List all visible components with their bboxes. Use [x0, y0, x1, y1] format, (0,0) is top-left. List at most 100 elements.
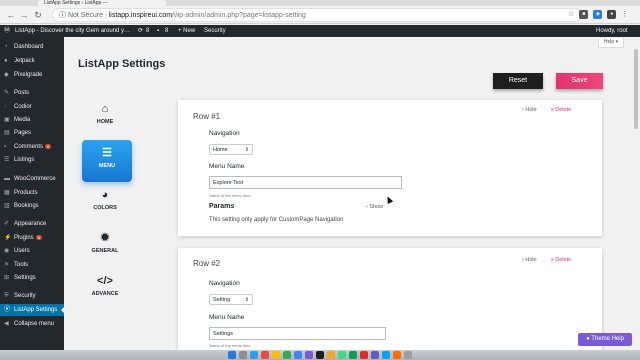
sidebar-item-bookings[interactable]: ▥ Bookings — [0, 200, 64, 212]
app-icon[interactable] — [338, 351, 346, 359]
sidebar-item-dashboard[interactable]: ◔ Dashboard — [0, 41, 64, 53]
trash-icon[interactable] — [404, 351, 412, 359]
tab-label: HOME — [96, 119, 114, 125]
macos-dock — [0, 350, 640, 360]
sidebar-item-pages[interactable]: ▤ Pages — [0, 127, 64, 139]
adminbar-greeting[interactable]: Howdy, root — [596, 25, 628, 37]
app-icon[interactable] — [382, 351, 390, 359]
row-delete-link[interactable]: x Delete — [551, 257, 571, 263]
theme-help-label: Theme Help — [591, 336, 624, 342]
adminbar-updates-count[interactable]: 8 — [146, 25, 149, 37]
sidebar-item-label: Settings — [14, 275, 36, 281]
media-icon: ▣ — [4, 117, 10, 123]
row-hide-link[interactable]: › Hide — [522, 107, 537, 113]
sidebar-item-users[interactable]: ◉ Users — [0, 245, 64, 257]
sidebar-item-products[interactable]: ▦ Products — [0, 187, 64, 199]
help-tab[interactable]: Help ▾ — [598, 38, 624, 48]
palette-icon: ◕ — [101, 189, 109, 201]
sidebar-item-jetpack[interactable]: ● Jetpack — [0, 55, 64, 67]
wordpress-logo-icon[interactable]: Ⓦ — [4, 25, 10, 37]
address-bar[interactable]: ⓘ Not Secure | listapp.inspireui.com/wp-… — [52, 8, 582, 22]
tab-home[interactable]: ⌂ HOME — [80, 103, 130, 137]
back-icon[interactable]: ← — [6, 10, 16, 20]
row-delete-link[interactable]: x Delete — [551, 107, 571, 113]
extension-icon[interactable]: ◆ — [593, 10, 603, 19]
codior-icon: ◌ — [4, 104, 8, 110]
app-icon[interactable] — [283, 351, 291, 359]
app-icon[interactable] — [272, 351, 280, 359]
dashboard-icon: ◔ — [4, 44, 8, 50]
tab-advance[interactable]: </> ADVANCE — [80, 275, 130, 305]
info-icon[interactable]: ⓘ — [59, 12, 66, 19]
finder-icon[interactable] — [228, 351, 236, 359]
shield-icon: ⛨ — [4, 293, 9, 299]
sidebar-item-settings[interactable]: ⊞ Settings — [0, 272, 64, 284]
page-scrollbar[interactable] — [632, 37, 640, 350]
reset-button[interactable]: Reset — [493, 73, 543, 89]
sidebar-collapse-menu[interactable]: ◀ Collapse menu — [0, 318, 64, 330]
sidebar-item-appearance[interactable]: ✐ Appearance — [0, 218, 64, 230]
app-icon[interactable] — [250, 351, 258, 359]
app-icon[interactable] — [316, 351, 324, 359]
navigation-select[interactable]: Home ⇕ — [209, 144, 253, 155]
sidebar-item-label: Appearance — [14, 221, 47, 227]
updates-icon[interactable]: ⟳ — [138, 25, 143, 37]
tab-general[interactable]: ✹ GENERAL — [80, 232, 130, 262]
navigation-label: Navigation — [209, 130, 240, 137]
tab-colors[interactable]: ◕ COLORS — [80, 189, 130, 219]
adminbar-security[interactable]: Security — [204, 25, 226, 37]
extension-icon[interactable]: ■ — [579, 10, 589, 19]
navigation-select[interactable]: Setting ⇕ — [209, 294, 253, 305]
save-button[interactable]: Save — [556, 73, 603, 89]
menu-name-input[interactable]: Explore Test — [209, 176, 402, 189]
reload-icon[interactable]: ↻ — [33, 10, 43, 20]
adminbar-site-name[interactable]: ListApp - Discover the city Gem around y… — [15, 25, 130, 37]
sidebar-item-woocommerce[interactable]: ▬ WooCommerce — [0, 173, 64, 185]
extension-icon[interactable]: ● — [607, 10, 617, 19]
adminbar-new[interactable]: + New — [178, 25, 195, 37]
sidebar-item-listings[interactable]: ☰ Listings — [0, 154, 64, 166]
tab-label: MENU — [98, 163, 116, 169]
params-show-link[interactable]: › Show — [366, 204, 383, 210]
sidebar-item-posts[interactable]: ✎ Posts — [0, 87, 64, 99]
sidebar-item-pixelgrade[interactable]: ◆ Pixelgrade — [0, 69, 64, 81]
sidebar-item-media[interactable]: ▣ Media — [0, 114, 64, 126]
settings-icon: ⊞ — [4, 275, 10, 281]
app-icon[interactable] — [349, 351, 357, 359]
sidebar-item-codior[interactable]: ◌ Codior — [0, 101, 64, 113]
sidebar-item-plugins[interactable]: ⚡ Plugins 5 — [0, 232, 64, 244]
active-indicator — [61, 307, 64, 313]
brush-icon: ✐ — [4, 221, 10, 227]
app-icon[interactable] — [371, 351, 379, 359]
app-icon[interactable] — [360, 351, 368, 359]
extension-icons: ☆ ■ ◆ ● ⋮ — [568, 10, 628, 20]
app-icon[interactable] — [261, 351, 269, 359]
sidebar-item-listapp-settings[interactable]: ⦿ ListApp Settings — [0, 304, 64, 316]
app-icon[interactable] — [327, 351, 335, 359]
tab-menu[interactable]: ☰ MENU — [82, 140, 132, 182]
app-icon[interactable] — [305, 351, 313, 359]
adminbar-comments-count[interactable]: 8 — [165, 25, 168, 37]
sidebar-item-label: Users — [14, 248, 30, 254]
more-icon[interactable]: ⋮ — [621, 10, 628, 20]
pixelgrade-icon: ◆ — [4, 72, 9, 78]
theme-help-button[interactable]: ● Theme Help — [578, 333, 632, 346]
sidebar-item-label: Posts — [14, 90, 30, 96]
location-icon: ⦿ — [4, 307, 11, 313]
page-title: ListApp Settings — [78, 58, 166, 70]
comment-bubble-icon[interactable]: ▪ — [157, 25, 159, 37]
sidebar-item-security[interactable]: ⛨ Security — [0, 290, 64, 302]
sidebar-item-tools[interactable]: ✕ Tools — [0, 259, 64, 271]
sidebar-item-comments[interactable]: ▪ Comments 6 — [0, 141, 64, 153]
gear-icon: ✹ — [100, 232, 110, 244]
forward-icon[interactable]: → — [19, 10, 29, 20]
app-icon[interactable] — [239, 351, 247, 359]
bookmark-star-icon[interactable]: ☆ — [568, 10, 574, 20]
scrollbar-thumb[interactable] — [634, 49, 638, 129]
app-icon[interactable] — [294, 351, 302, 359]
sidebar-item-label: Pixelgrade — [14, 72, 43, 78]
app-icon[interactable] — [393, 351, 401, 359]
menu-name-input[interactable]: Settings — [209, 327, 386, 340]
row-hide-link[interactable]: › Hide — [522, 257, 537, 263]
chevron-down-icon: ⇕ — [244, 147, 249, 153]
